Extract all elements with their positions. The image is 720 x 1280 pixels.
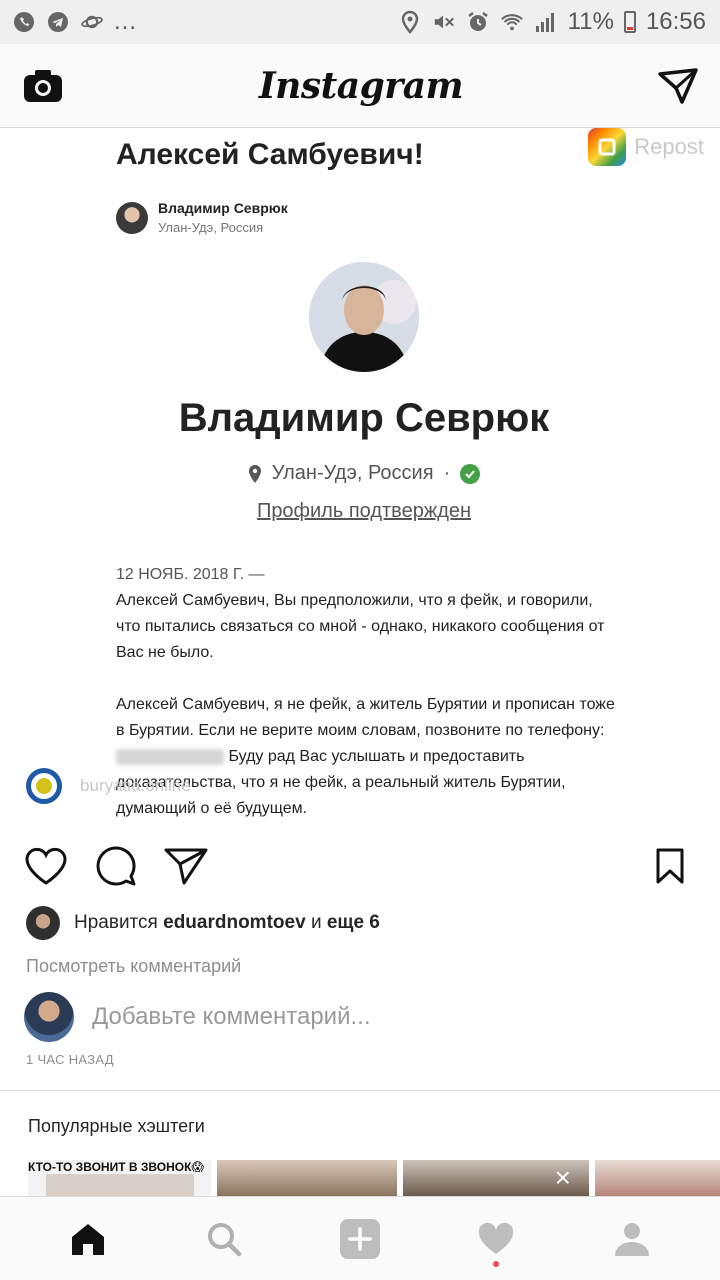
alarm-icon: [466, 10, 490, 34]
mini-author-avatar: [116, 201, 148, 234]
popular-thumb[interactable]: ×: [403, 1160, 589, 1196]
mute-icon: [432, 10, 456, 34]
share-plane-icon[interactable]: [164, 844, 208, 888]
popular-thumb[interactable]: КТО-ТО ЗВОНИТ В ЗВОНОК😱: [28, 1160, 211, 1196]
notification-dot: [493, 1260, 499, 1267]
blurred-phone: [116, 748, 224, 765]
separator-dot: ·: [443, 462, 451, 484]
battery-percent: 11%: [567, 8, 614, 35]
likes-conj: и: [310, 912, 322, 933]
home-icon[interactable]: [58, 1209, 118, 1269]
add-post-icon[interactable]: [330, 1209, 390, 1269]
thumb-image: [46, 1174, 194, 1196]
paper-plane-icon[interactable]: [658, 67, 698, 104]
mini-author-name: Владимир Севрюк: [158, 200, 288, 216]
saturn-icon: [80, 10, 104, 34]
popular-thumb[interactable]: [217, 1160, 397, 1196]
camera-icon[interactable]: [22, 68, 64, 104]
comment-bubble-icon[interactable]: [94, 844, 138, 888]
status-right: 11% 16:56: [398, 8, 706, 36]
likes-row[interactable]: Нравится eduardnomtoev и еще 6: [26, 906, 380, 940]
repost-icon: [588, 128, 627, 166]
location-pin-icon: [248, 464, 262, 484]
profile-icon[interactable]: [602, 1209, 662, 1269]
app-header: Instagram: [0, 44, 720, 128]
post-image[interactable]: Repost Алексей Самбуевич! Владимир Севрю…: [0, 128, 720, 820]
location-icon: [398, 10, 422, 34]
verified-check-icon: [460, 463, 481, 484]
popular-thumbnails: КТО-ТО ЗВОНИТ В ЗВОНОК😱 ×: [28, 1160, 720, 1196]
likes-prefix: Нравится: [74, 912, 158, 933]
letter-paragraph-1: Алексей Самбуевич, Вы предположили, что …: [116, 592, 605, 661]
mini-author-city: Улан-Удэ, Россия: [158, 220, 264, 235]
source-logo-icon: [26, 768, 62, 804]
letter-date: 12 НОЯБ. 2018 Г. —: [116, 566, 265, 583]
liker-username[interactable]: eduardnomtoev: [163, 912, 306, 933]
status-bar: ... 11% 16:56: [0, 0, 720, 44]
close-icon: ×: [554, 1162, 571, 1193]
post-actions: [0, 838, 720, 894]
letter-paragraph-2: Алексей Самбуевич, я не фейк, а житель Б…: [116, 692, 616, 820]
bottom-nav: [0, 1196, 720, 1280]
repost-label: Repost: [634, 134, 704, 159]
profile-confirmed-link: Профиль подтвержден: [256, 500, 472, 522]
signal-icon: [534, 10, 558, 34]
instagram-logo: Instagram: [258, 64, 464, 107]
popular-thumb[interactable]: [595, 1160, 720, 1196]
comment-input[interactable]: [92, 1003, 652, 1031]
battery-icon: [623, 11, 636, 33]
profile-location-row: Улан-Удэ, Россия ·: [0, 462, 720, 485]
thumb-caption: КТО-ТО ЗВОНИТ В ЗВОНОК😱: [28, 1160, 204, 1174]
letter-headline: Алексей Самбуевич!: [116, 138, 424, 171]
popular-hashtags-title: Популярные хэштеги: [28, 1116, 205, 1136]
repost-watermark: Repost: [588, 128, 704, 166]
wifi-icon: [500, 10, 524, 34]
post-time: 1 ЧАС НАЗАД: [26, 1052, 114, 1067]
profile-avatar: [309, 262, 419, 372]
section-divider: [0, 1090, 720, 1091]
like-heart-icon[interactable]: [24, 844, 68, 888]
letter-paragraph-2-start: Алексей Самбуевич, я не фейк, а житель Б…: [116, 696, 615, 739]
status-left: ...: [12, 8, 137, 36]
likes-others[interactable]: еще 6: [327, 912, 380, 933]
more-notifications: ...: [114, 8, 138, 35]
add-comment-row: [24, 992, 652, 1042]
profile-name: Владимир Севрюк: [178, 396, 550, 440]
mini-author: Владимир Севрюк Улан-Удэ, Россия: [116, 200, 288, 235]
current-user-avatar: [24, 992, 74, 1042]
profile-location: Улан-Удэ, Россия: [271, 462, 434, 484]
search-icon[interactable]: [194, 1209, 254, 1269]
activity-heart-icon[interactable]: [466, 1209, 526, 1269]
letter-body: 12 НОЯБ. 2018 Г. — Алексей Самбуевич, Вы…: [116, 562, 616, 820]
view-comments-link[interactable]: Посмотреть комментарий: [26, 956, 241, 977]
telegram-icon: [46, 10, 70, 34]
whatsapp-icon: [12, 10, 36, 34]
bookmark-icon[interactable]: [648, 844, 692, 888]
liker-avatar: [26, 906, 60, 940]
clock: 16:56: [645, 8, 706, 35]
source-watermark: buryatia.online: [26, 768, 191, 804]
source-watermark-text: buryatia.online: [80, 776, 191, 795]
likes-text: Нравится eduardnomtoev и еще 6: [74, 912, 380, 934]
